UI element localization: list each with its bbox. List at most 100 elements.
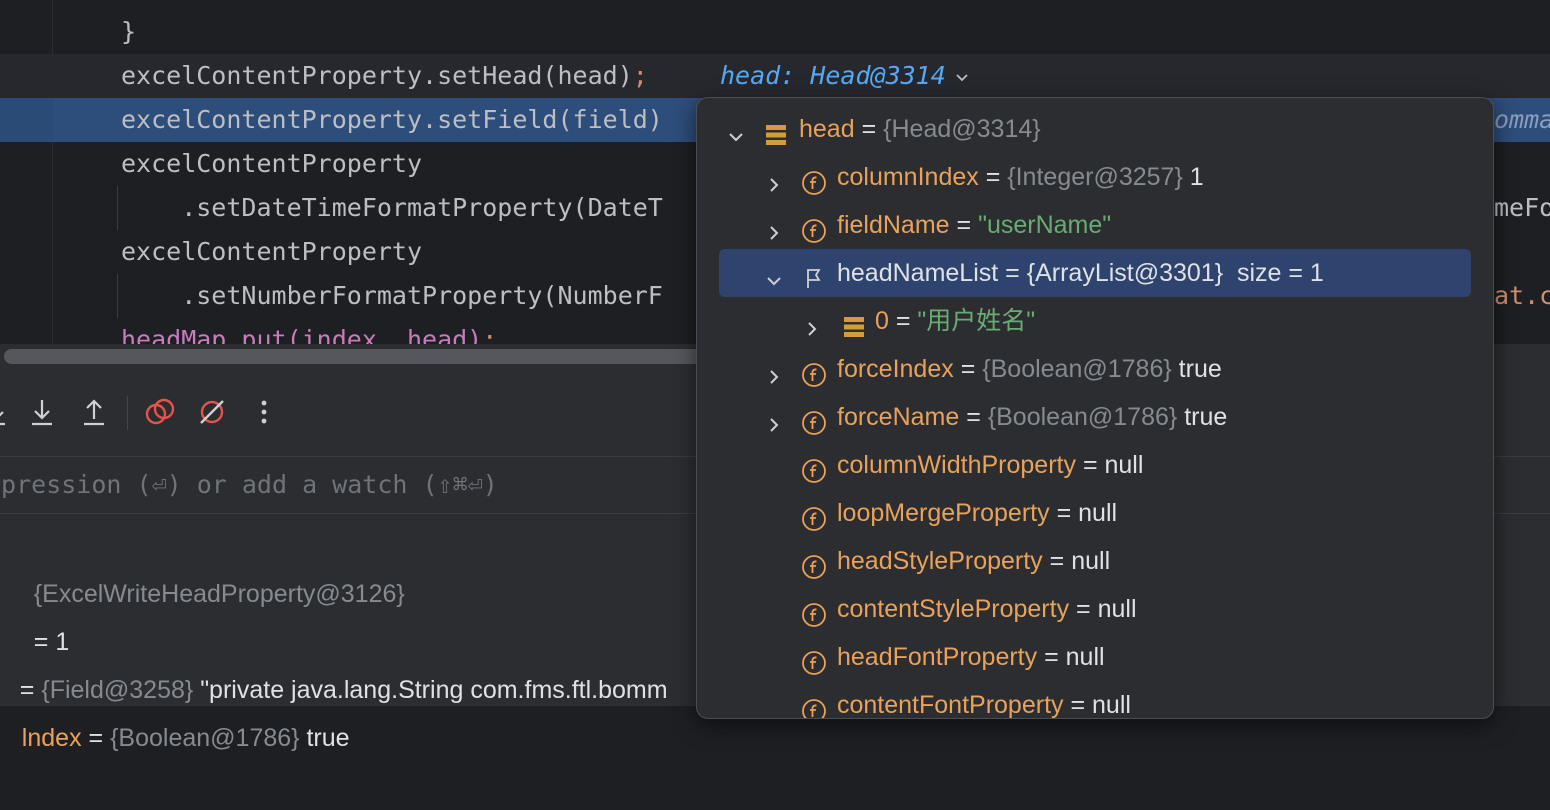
variable-equals: = <box>1044 643 1059 671</box>
variable-name: headStyleProperty <box>837 547 1043 575</box>
variable-value: {ArrayList@3301} size = 1 <box>1026 259 1324 287</box>
tree-row-contentFontProperty[interactable]: contentFontProperty = null <box>697 681 1493 719</box>
variable-row[interactable]: = 1 <box>6 570 69 656</box>
code-text-clipped: meFo <box>1494 193 1550 222</box>
tree-row-label: head = {Head@3314} <box>799 105 1041 153</box>
variable-equals: = <box>1005 259 1020 287</box>
variable-value: "用户姓名" <box>917 307 1036 335</box>
variable-name: contentStyleProperty <box>837 595 1070 623</box>
field-icon <box>801 500 827 531</box>
variable-value: true <box>1178 355 1222 383</box>
code-line-closing-brace[interactable]: } <box>0 10 1550 54</box>
variable-equals: = <box>966 403 981 431</box>
chevron-right-icon[interactable] <box>762 165 786 192</box>
code-text: excelContentProperty.setField(field) <box>121 105 663 134</box>
code-text-clipped: omma <box>1494 105 1550 134</box>
tree-row-label: columnWidthProperty = null <box>837 441 1143 489</box>
tree-row-label: columnIndex = {Integer@3257} 1 <box>837 153 1204 201</box>
tree-row-forceIndex[interactable]: forceIndex = {Boolean@1786} true <box>697 345 1493 393</box>
variable-value: null <box>1065 643 1105 671</box>
chevron-right-icon[interactable] <box>762 357 786 384</box>
view-breakpoints-icon[interactable] <box>142 394 178 430</box>
tree-row-label: fieldName = "userName" <box>837 201 1111 249</box>
variable-equals: = <box>1082 451 1098 479</box>
tree-row-label: headNameList = {ArrayList@3301} size = 1 <box>837 249 1324 297</box>
tree-row-label: contentStyleProperty = null <box>837 585 1137 633</box>
variable-equals: = <box>1056 499 1072 527</box>
indent-guide <box>117 186 118 230</box>
variable-name: forceIndex <box>837 355 954 383</box>
variable-type: {Boolean@1786} <box>987 403 1178 431</box>
variable-value: null <box>1078 499 1118 527</box>
chevron-down-icon[interactable] <box>954 55 970 99</box>
mute-breakpoints-icon[interactable] <box>194 394 230 430</box>
step-out-icon[interactable] <box>76 394 112 430</box>
chevron-right-icon[interactable] <box>762 213 786 240</box>
field-icon <box>801 404 827 435</box>
evaluate-placeholder: xpression (⏎) or add a watch (⇧⌘⏎) <box>0 470 498 499</box>
code-text: excelContentProperty <box>121 237 423 266</box>
variable-inspection-popup[interactable]: head = {Head@3314} columnIndex = {Integer… <box>696 97 1494 719</box>
variable-equals: = <box>960 355 976 383</box>
code-text: .setDateTimeFormatProperty(DateT <box>121 193 663 222</box>
variable-value: null <box>1097 595 1137 623</box>
field-icon <box>801 356 827 387</box>
tree-row-headStyleProperty[interactable]: headStyleProperty = null <box>697 537 1493 585</box>
variable-equals: = <box>1049 547 1065 575</box>
tree-row-0[interactable]: 0 = "用户姓名" <box>697 297 1493 345</box>
tree-row-label: forceName = {Boolean@1786} true <box>837 393 1227 441</box>
tree-row-head[interactable]: head = {Head@3314} <box>697 105 1493 153</box>
object-icon <box>841 308 867 337</box>
variable-row[interactable]: {ExcelWriteHeadProperty@3126} <box>6 522 405 608</box>
code-line-set-head[interactable]: excelContentProperty.setHead(head); head… <box>0 54 1550 98</box>
tree-row-columnWidthProperty[interactable]: columnWidthProperty = null <box>697 441 1493 489</box>
variable-type: {Boolean@1786} <box>982 355 1172 383</box>
tree-row-headFontProperty[interactable]: headFontProperty = null <box>697 633 1493 681</box>
code-semicolon: ; <box>482 325 498 344</box>
chevron-down-icon[interactable] <box>762 261 786 286</box>
scrollbar-thumb[interactable] <box>4 349 704 364</box>
tree-row-label: headStyleProperty = null <box>837 537 1110 585</box>
inline-value-hint[interactable]: head: Head@3314 <box>720 54 970 99</box>
field-icon <box>801 164 827 195</box>
tree-row-loopMergeProperty[interactable]: loopMergeProperty = null <box>697 489 1493 537</box>
step-over-icon[interactable] <box>0 394 14 430</box>
field-icon <box>801 596 827 627</box>
tree-row-label: loopMergeProperty = null <box>837 489 1117 537</box>
tree-row-fieldName[interactable]: fieldName = "userName" <box>697 201 1493 249</box>
tree-row-label: contentFontProperty = null <box>837 681 1131 719</box>
variable-value: true <box>306 724 350 752</box>
variable-equals: = <box>1076 595 1091 623</box>
tree-row-headNameList[interactable]: headNameList = {ArrayList@3301} size = 1 <box>697 249 1493 297</box>
variable-row[interactable]: = {Field@3258} "private java.lang.String… <box>0 618 668 704</box>
chevron-right-icon[interactable] <box>800 309 824 336</box>
variable-name: headNameList <box>837 259 999 287</box>
code-text: headMap.put(index, head) <box>121 325 483 344</box>
variable-value: null <box>1071 547 1111 575</box>
chevron-down-icon[interactable] <box>724 117 748 142</box>
chevron-right-icon[interactable] <box>762 405 786 432</box>
variable-name: lndex <box>21 724 82 752</box>
variable-name: fieldName <box>837 211 950 239</box>
flag-icon <box>801 260 827 288</box>
tree-row-forceName[interactable]: forceName = {Boolean@1786} true <box>697 393 1493 441</box>
step-into-icon[interactable] <box>24 394 60 430</box>
variable-row[interactable]: lndex = {Boolean@1786} true <box>0 666 350 752</box>
tree-row-label: 0 = "用户姓名" <box>875 297 1035 345</box>
variable-name: forceName <box>837 403 960 431</box>
field-icon <box>801 644 827 675</box>
variable-name: columnIndex <box>837 163 979 191</box>
tree-row-label: headFontProperty = null <box>837 633 1105 681</box>
field-icon <box>801 212 827 243</box>
more-options-icon[interactable] <box>246 394 282 430</box>
code-text: excelContentProperty.setHead(head) <box>121 61 633 90</box>
variable-equals: = <box>1070 691 1086 719</box>
tree-row-columnIndex[interactable]: columnIndex = {Integer@3257} 1 <box>697 153 1493 201</box>
tree-row-contentStyleProperty[interactable]: contentStyleProperty = null <box>697 585 1493 633</box>
variable-value: true <box>1184 403 1228 431</box>
variable-value: null <box>1104 451 1144 479</box>
variable-name: head <box>799 115 855 143</box>
variable-equals: = <box>956 211 972 239</box>
field-icon <box>801 452 827 483</box>
variable-name: loopMergeProperty <box>837 499 1050 527</box>
